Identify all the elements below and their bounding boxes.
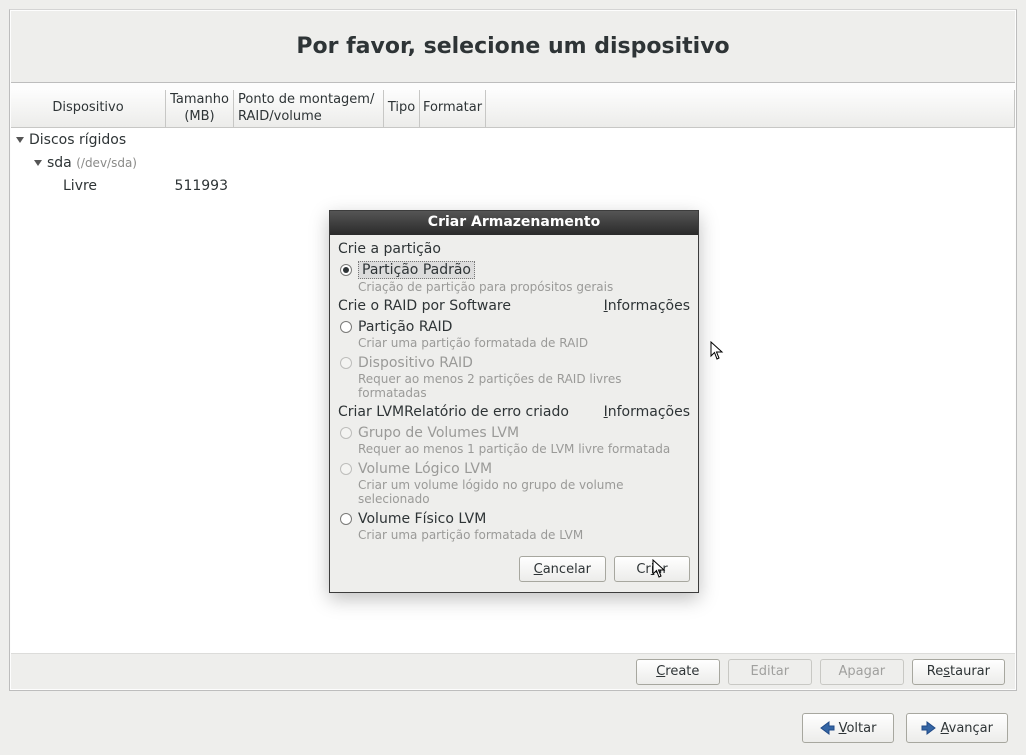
title-bar: Por favor, selecione um dispositivo <box>11 11 1015 83</box>
section-create-partition: Crie a partição <box>338 241 690 257</box>
expander-icon[interactable] <box>15 135 25 145</box>
expander-icon[interactable] <box>33 158 43 168</box>
edit-button: Editar <box>728 659 812 685</box>
tree-disk-path: (/dev/sda) <box>76 156 137 170</box>
option-lvm-logical-volume: Volume Lógico LVM <box>338 460 690 477</box>
col-mount[interactable]: Ponto de montagem/ RAID/volume <box>234 90 384 127</box>
option-label: Dispositivo RAID <box>358 354 473 371</box>
option-label: Grupo de Volumes LVM <box>358 424 519 441</box>
back-button[interactable]: Voltar <box>802 713 894 743</box>
radio-icon <box>340 427 352 439</box>
col-device[interactable]: Dispositivo <box>11 90 166 127</box>
dialog-create-button[interactable]: Criar <box>614 556 690 582</box>
tree-free-size: 511993 <box>166 178 234 194</box>
page-title: Por favor, selecione um dispositivo <box>296 34 729 59</box>
col-type[interactable]: Tipo <box>384 90 420 127</box>
section-software-raid: Crie o RAID por Software Informações <box>338 298 690 314</box>
option-raid-device: Dispositivo RAID <box>338 354 690 371</box>
tree-label-disk: sda <box>47 155 72 171</box>
radio-icon[interactable] <box>340 321 352 333</box>
table-body: Discos rígidos sda (/dev/sda) Livre 5119… <box>11 128 1015 197</box>
lvm-info-link[interactable]: Informações <box>604 404 690 420</box>
tree-label-free: Livre <box>63 178 166 194</box>
dialog-actions: Cancelar Criar <box>330 550 698 592</box>
option-label: Partição Padrão <box>358 261 475 279</box>
option-lvm-physical-volume[interactable]: Volume Físico LVM <box>338 510 690 527</box>
tree-row-disk[interactable]: sda (/dev/sda) <box>11 151 1015 174</box>
radio-icon[interactable] <box>340 264 352 276</box>
create-storage-dialog: Criar Armazenamento Crie a partição Part… <box>329 210 699 593</box>
cancel-button[interactable]: Cancelar <box>519 556 606 582</box>
option-desc: Criar uma partição formatada de RAID <box>338 336 690 350</box>
table-header: Dispositivo Tamanho (MB) Ponto de montag… <box>11 90 1015 128</box>
arrow-left-icon <box>819 720 835 736</box>
next-button[interactable]: Avançar <box>906 713 1009 743</box>
option-desc: Criação de partição para propósitos gera… <box>338 280 690 294</box>
col-format[interactable]: Formatar <box>420 90 486 127</box>
dialog-body: Crie a partição Partição Padrão Criação … <box>330 235 698 550</box>
option-lvm-volume-group: Grupo de Volumes LVM <box>338 424 690 441</box>
tree-label-root: Discos rígidos <box>29 132 126 148</box>
option-desc: Requer ao menos 1 partição de LVM livre … <box>338 442 690 456</box>
arrow-right-icon <box>921 720 937 736</box>
restore-button[interactable]: Restaurar <box>912 659 1005 685</box>
section-label: Crie a partição <box>338 241 441 257</box>
option-desc: Criar uma partição formatada de LVM <box>338 528 690 542</box>
col-size[interactable]: Tamanho (MB) <box>166 90 234 127</box>
option-raid-partition[interactable]: Partição RAID <box>338 318 690 335</box>
tree-row-free[interactable]: Livre 511993 <box>11 174 1015 197</box>
radio-icon <box>340 357 352 369</box>
create-button[interactable]: Create <box>636 659 720 685</box>
col-rest <box>486 90 1015 127</box>
option-label: Partição RAID <box>358 318 452 335</box>
section-lvm: Criar LVMRelatório de erro criado Inform… <box>338 404 690 420</box>
tree-row-root[interactable]: Discos rígidos <box>11 128 1015 151</box>
option-label: Volume Físico LVM <box>358 510 486 527</box>
table-action-bar: Create Editar Apagar Restaurar <box>11 653 1015 689</box>
dialog-title: Criar Armazenamento <box>330 211 698 235</box>
radio-icon <box>340 463 352 475</box>
wizard-nav: Voltar Avançar <box>802 713 1009 743</box>
delete-button: Apagar <box>820 659 904 685</box>
option-label: Volume Lógico LVM <box>358 460 492 477</box>
option-standard-partition[interactable]: Partição Padrão <box>338 261 690 279</box>
option-desc: Requer ao menos 2 partições de RAID livr… <box>338 372 690 400</box>
section-label: Crie o RAID por Software <box>338 298 511 314</box>
section-label: Criar LVMRelatório de erro criado <box>338 404 569 420</box>
option-desc: Criar um volume lógido no grupo de volum… <box>338 478 690 506</box>
radio-icon[interactable] <box>340 513 352 525</box>
raid-info-link[interactable]: Informações <box>604 298 690 314</box>
